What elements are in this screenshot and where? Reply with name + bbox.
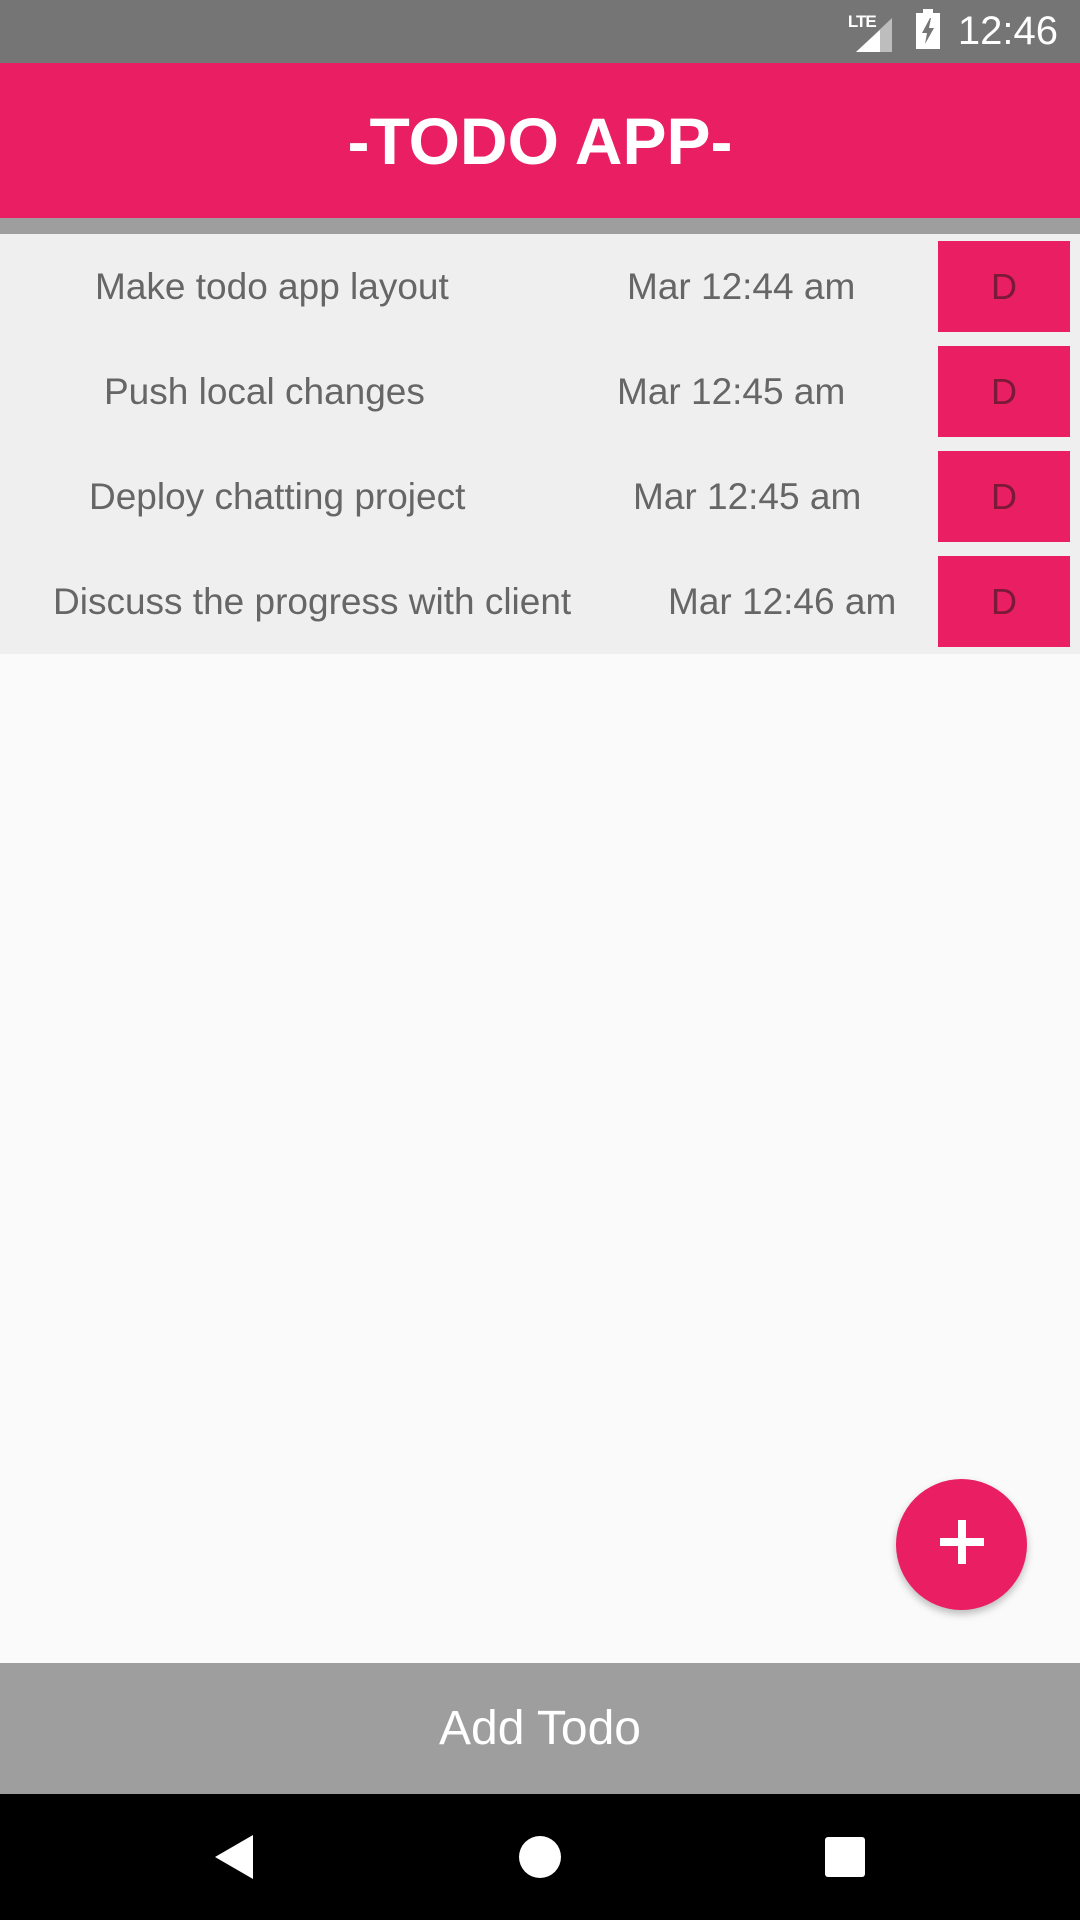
add-todo-label: Add Todo: [439, 1702, 641, 1755]
todo-title: Discuss the progress with client: [53, 581, 572, 622]
status-bar: LTE 12:46: [0, 0, 1080, 63]
app-bar-divider: [0, 218, 1080, 234]
delete-button[interactable]: D: [938, 346, 1070, 437]
todo-item[interactable]: Make todo app layout Mar 12:44 am D: [0, 234, 1080, 339]
app-bar: -TODO APP-: [0, 63, 1080, 218]
delete-button[interactable]: D: [938, 241, 1070, 332]
plus-icon: [939, 1520, 984, 1569]
todo-title: Push local changes: [104, 371, 425, 412]
add-fab-button[interactable]: [896, 1479, 1027, 1610]
todo-item[interactable]: Discuss the progress with client Mar 12:…: [0, 549, 1080, 654]
lte-signal-icon: LTE: [848, 12, 896, 52]
status-time: 12:46: [957, 9, 1058, 53]
add-todo-button[interactable]: Add Todo: [0, 1663, 1080, 1794]
delete-button[interactable]: D: [938, 556, 1070, 647]
todo-time: Mar 12:45 am: [633, 476, 862, 517]
todo-title: Deploy chatting project: [89, 476, 466, 517]
todo-title: Make todo app layout: [95, 266, 449, 307]
todo-item[interactable]: Push local changes Mar 12:45 am D: [0, 339, 1080, 444]
todo-time: Mar 12:46 am: [668, 581, 897, 622]
home-icon[interactable]: [505, 1794, 575, 1920]
delete-button[interactable]: D: [938, 451, 1070, 542]
battery-charging-icon: [915, 9, 940, 54]
recents-icon[interactable]: [810, 1794, 880, 1920]
status-icons: LTE 12:46: [848, 0, 1058, 63]
back-icon[interactable]: [200, 1794, 270, 1920]
navigation-bar: [0, 1794, 1080, 1920]
todo-time: Mar 12:45 am: [617, 371, 846, 412]
app-title: -TODO APP-: [347, 103, 733, 178]
todo-time: Mar 12:44 am: [627, 266, 856, 307]
todo-item[interactable]: Deploy chatting project Mar 12:45 am D: [0, 444, 1080, 549]
todo-list: Make todo app layout Mar 12:44 am D Push…: [0, 234, 1080, 654]
